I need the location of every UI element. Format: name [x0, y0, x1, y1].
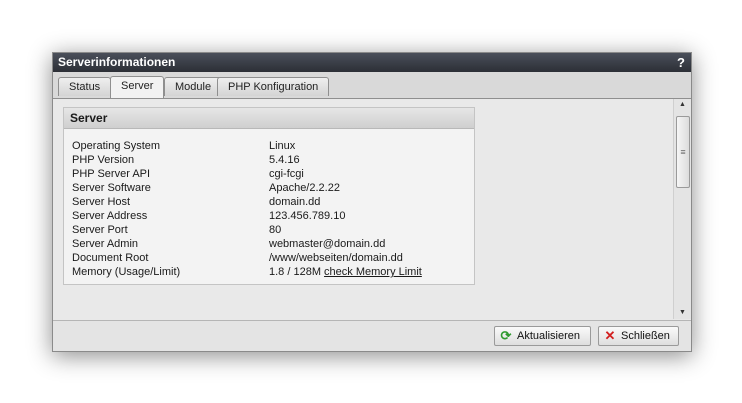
- panel-title: Server: [64, 108, 474, 129]
- check-memory-limit-link[interactable]: check Memory Limit: [324, 266, 422, 278]
- info-label: PHP Server API: [72, 168, 151, 180]
- tab-php-konfiguration[interactable]: PHP Konfiguration: [217, 77, 330, 96]
- info-value-cell: 1.8 / 128M check Memory Limit: [269, 265, 422, 279]
- info-value: /www/webseiten/domain.dd: [269, 252, 403, 264]
- refresh-button-label: Aktualisieren: [517, 330, 580, 342]
- close-button[interactable]: ✕ Schließen: [598, 326, 679, 346]
- info-value-cell: Apache/2.2.22: [269, 181, 422, 195]
- info-label: Server Software: [72, 182, 151, 194]
- refresh-icon: ⟳: [500, 328, 512, 343]
- tab-server[interactable]: Server: [110, 76, 165, 98]
- info-row: Server Host domain.dd: [72, 195, 422, 209]
- info-value: 5.4.16: [269, 154, 300, 166]
- info-value: cgi-fcgi: [269, 168, 304, 180]
- info-value-cell: 123.456.789.10: [269, 209, 422, 223]
- info-value: Apache/2.2.22: [269, 182, 340, 194]
- info-row: Memory (Usage/Limit) 1.8 / 128M check Mem…: [72, 265, 422, 279]
- scroll-up-icon[interactable]: ▲: [674, 99, 691, 111]
- info-value: webmaster@domain.dd: [269, 238, 386, 250]
- tab-bar: Status Server Module PHP Konfiguration: [53, 72, 691, 99]
- info-value-cell: 80: [269, 223, 422, 237]
- info-value: domain.dd: [269, 196, 321, 208]
- info-value-cell: webmaster@domain.dd: [269, 237, 422, 251]
- server-info-dialog: Serverinformationen ? Status Server Modu…: [52, 52, 692, 352]
- info-label: Memory (Usage/Limit): [72, 266, 181, 278]
- info-row: Server Admin webmaster@domain.dd: [72, 237, 422, 251]
- help-icon[interactable]: ?: [677, 53, 685, 72]
- info-label: Server Admin: [72, 238, 139, 250]
- info-row: Operating System Linux: [72, 139, 422, 153]
- info-label: PHP Version: [72, 154, 135, 166]
- info-value-cell: Linux: [269, 139, 422, 153]
- info-label: Server Address: [72, 210, 148, 222]
- info-value-cell: domain.dd: [269, 195, 422, 209]
- vertical-scrollbar[interactable]: ▲ ≡ ▼: [673, 99, 691, 319]
- info-value: Linux: [269, 140, 296, 152]
- info-row: Server Address 123.456.789.10: [72, 209, 422, 223]
- info-value-cell: cgi-fcgi: [269, 167, 422, 181]
- window-title: Serverinformationen: [58, 55, 176, 69]
- info-row: Server Software Apache/2.2.22: [72, 181, 422, 195]
- info-label: Server Host: [72, 196, 131, 208]
- scroll-down-icon[interactable]: ▼: [674, 307, 691, 319]
- close-button-label: Schließen: [621, 330, 670, 342]
- server-info-table: Operating System Linux PHP Version 5.4.16 PH…: [72, 139, 422, 279]
- info-row: PHP Server API cgi-fcgi: [72, 167, 422, 181]
- refresh-button[interactable]: ⟳ Aktualisieren: [494, 326, 591, 346]
- tab-module[interactable]: Module: [164, 77, 223, 96]
- content-area: Server Operating System Linux PHP Version 5…: [53, 99, 673, 319]
- info-row: Document Root/www/webseiten/domain.dd: [72, 251, 422, 265]
- info-value: 1.8 / 128M: [269, 266, 321, 278]
- title-bar: Serverinformationen ?: [53, 53, 691, 72]
- tab-status[interactable]: Status: [58, 77, 112, 96]
- info-label: Document Root: [72, 252, 149, 264]
- close-icon: ✕: [604, 328, 616, 343]
- info-value-cell: /www/webseiten/domain.dd: [269, 251, 422, 265]
- info-row: PHP Version 5.4.16: [72, 153, 422, 167]
- dialog-footer: ⟳ Aktualisieren ✕ Schließen: [53, 320, 691, 351]
- info-row: Server Port 80: [72, 223, 422, 237]
- server-panel: Server Operating System Linux PHP Version 5…: [63, 107, 475, 285]
- info-label: Operating System: [72, 140, 161, 152]
- info-value: 123.456.789.10: [269, 210, 346, 222]
- info-value: 80: [269, 224, 282, 236]
- info-value-cell: 5.4.16: [269, 153, 422, 167]
- scroll-thumb[interactable]: ≡: [676, 116, 690, 188]
- info-label: Server Port: [72, 224, 128, 236]
